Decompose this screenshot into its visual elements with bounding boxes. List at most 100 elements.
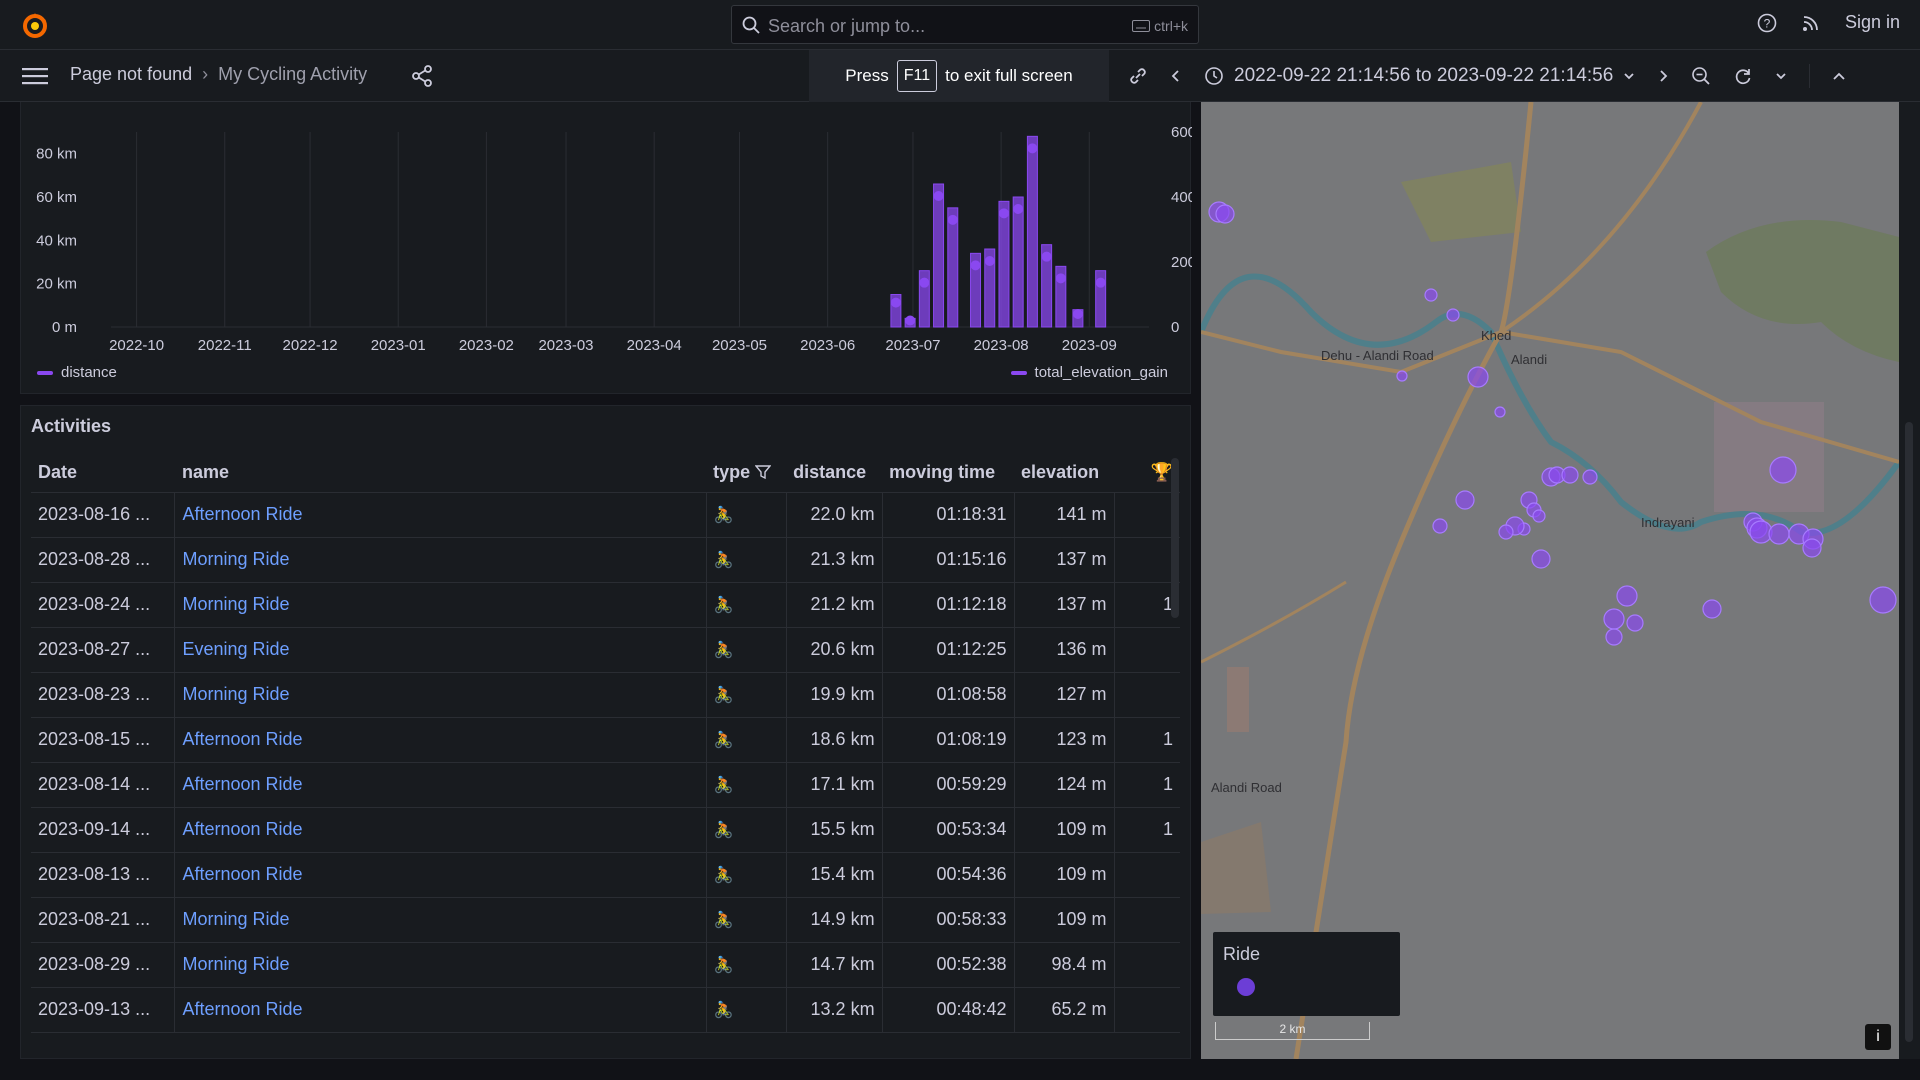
search-input[interactable]: Search or jump to... ctrl+k <box>731 5 1199 44</box>
ride-marker[interactable] <box>1802 538 1822 558</box>
ride-marker[interactable] <box>1768 523 1790 545</box>
cell-moving-time: 00:58:33 <box>882 897 1015 943</box>
distance-bar[interactable] <box>998 200 1010 328</box>
x-tick-label: 2023-04 <box>627 337 682 354</box>
rides-map-panel[interactable]: Alandi Dehu - Alandi Road Indrayani Alandi … <box>1201 102 1899 1059</box>
breadcrumb-dashboard[interactable]: My Cycling Activity <box>218 64 367 85</box>
cell-date: 2023-08-28 ... <box>31 537 176 583</box>
sign-in-link[interactable]: Sign in <box>1845 12 1900 33</box>
ride-marker[interactable] <box>1424 288 1438 302</box>
data-point[interactable] <box>1072 309 1083 319</box>
rss-news-icon[interactable] <box>1801 13 1821 33</box>
distance-bar[interactable] <box>947 207 959 328</box>
ride-marker[interactable] <box>1531 549 1551 569</box>
cell-achievements <box>1114 942 1180 988</box>
data-point[interactable] <box>998 208 1009 219</box>
time-range-picker[interactable]: 2022-09-22 21:14:56 to 2023-09-22 21:14:… <box>1204 65 1635 87</box>
refresh-icon[interactable] <box>1733 66 1753 86</box>
zoom-out-icon[interactable] <box>1691 66 1711 86</box>
filter-icon[interactable] <box>754 464 772 480</box>
distance-bar[interactable] <box>1026 135 1038 328</box>
activity-link[interactable]: Morning Ride <box>182 549 289 569</box>
map-place-label: Alandi Road <box>1211 780 1282 795</box>
activity-link[interactable]: Morning Ride <box>182 954 289 974</box>
x-tick-label: 2022-12 <box>283 337 338 354</box>
legend-elevation[interactable]: total_elevation_gain <box>1010 364 1168 381</box>
refresh-interval-chevron-down-icon[interactable] <box>1775 66 1787 86</box>
ride-marker[interactable] <box>1769 456 1797 484</box>
ride-marker[interactable] <box>1396 370 1408 382</box>
table-row: 2023-08-24 ... Morning Ride 🚴 21.2 km 01:12:… <box>31 582 1180 628</box>
link-icon[interactable] <box>1128 66 1148 86</box>
grafana-logo-icon[interactable] <box>20 10 50 40</box>
data-point[interactable] <box>1041 251 1052 262</box>
ride-marker[interactable] <box>1603 608 1625 630</box>
activity-link[interactable]: Morning Ride <box>182 684 289 704</box>
activity-link[interactable]: Afternoon Ride <box>182 729 302 749</box>
menu-icon[interactable] <box>22 66 48 86</box>
share-icon[interactable] <box>410 64 434 88</box>
activity-link[interactable]: Morning Ride <box>182 909 289 929</box>
column-header-type[interactable]: type <box>706 454 787 493</box>
help-icon[interactable]: ? <box>1757 13 1777 33</box>
data-point[interactable] <box>970 260 981 271</box>
table-scrollbar[interactable] <box>1171 458 1179 618</box>
x-tick-label: 2023-01 <box>371 337 426 354</box>
data-point[interactable] <box>890 297 901 308</box>
map-attribution-info-button[interactable]: i <box>1865 1024 1891 1050</box>
activity-link[interactable]: Afternoon Ride <box>182 774 302 794</box>
ride-marker[interactable] <box>1467 366 1489 388</box>
column-header-distance[interactable]: distance <box>786 454 883 493</box>
ride-marker[interactable] <box>1432 518 1448 534</box>
ride-marker[interactable] <box>1498 524 1514 540</box>
data-point[interactable] <box>1013 204 1024 214</box>
column-header-elevation[interactable]: elevation <box>1014 454 1114 493</box>
breadcrumb-page-not-found[interactable]: Page not found <box>70 64 192 85</box>
ride-marker[interactable] <box>1455 490 1475 510</box>
data-point[interactable] <box>933 191 944 201</box>
ride-marker[interactable] <box>1561 466 1579 484</box>
activity-link[interactable]: Evening Ride <box>182 639 289 659</box>
ride-marker[interactable] <box>1446 308 1460 322</box>
cell-moving-time: 01:08:19 <box>882 717 1015 763</box>
cell-elevation: 65.2 m <box>1014 987 1115 1033</box>
data-point[interactable] <box>1027 143 1038 154</box>
activity-link[interactable]: Morning Ride <box>182 594 289 614</box>
column-header-name[interactable]: name <box>174 454 707 493</box>
data-point[interactable] <box>1055 273 1066 284</box>
ride-marker[interactable] <box>1582 469 1598 485</box>
rides-map[interactable]: Alandi Dehu - Alandi Road Indrayani Alandi … <box>1201 102 1899 1059</box>
column-header-moving-time[interactable]: moving time <box>882 454 1015 493</box>
cell-date: 2023-08-29 ... <box>31 942 176 988</box>
data-point[interactable] <box>984 256 995 266</box>
ride-marker[interactable] <box>1215 204 1235 224</box>
distance-bar[interactable] <box>933 183 945 328</box>
ride-marker[interactable] <box>1616 585 1638 607</box>
distance-elevation-chart[interactable]: 2022-10 2022-11 2022-12 2023-01 2023-02 2023-… <box>21 102 1192 394</box>
data-point[interactable] <box>947 214 958 225</box>
distance-bar[interactable] <box>1012 196 1024 328</box>
ride-marker[interactable] <box>1494 406 1506 418</box>
data-point[interactable] <box>1095 277 1106 288</box>
legend-distance[interactable]: distance <box>37 364 117 381</box>
ride-marker[interactable] <box>1869 586 1897 614</box>
ride-marker[interactable] <box>1532 509 1546 523</box>
ride-marker[interactable] <box>1702 599 1722 619</box>
activity-link[interactable]: Afternoon Ride <box>182 999 302 1019</box>
chevron-left-icon[interactable] <box>1170 66 1182 86</box>
chevron-right-icon[interactable] <box>1657 66 1669 86</box>
page-scrollbar[interactable] <box>1905 422 1913 1042</box>
activity-link[interactable]: Afternoon Ride <box>182 864 302 884</box>
map-landuse-area <box>1714 402 1824 512</box>
chevron-down-icon <box>1624 73 1634 80</box>
activity-link[interactable]: Afternoon Ride <box>182 819 302 839</box>
column-header-date[interactable]: Date <box>31 454 175 493</box>
ride-marker[interactable] <box>1626 614 1644 632</box>
ride-marker[interactable] <box>1605 628 1623 646</box>
map-place-label: Alandi <box>1511 352 1547 367</box>
data-point[interactable] <box>919 277 930 288</box>
map-legend-title: Ride <box>1223 944 1261 964</box>
chevron-up-icon[interactable] <box>1832 66 1846 86</box>
data-point[interactable] <box>905 315 916 326</box>
activity-link[interactable]: Afternoon Ride <box>182 504 302 524</box>
